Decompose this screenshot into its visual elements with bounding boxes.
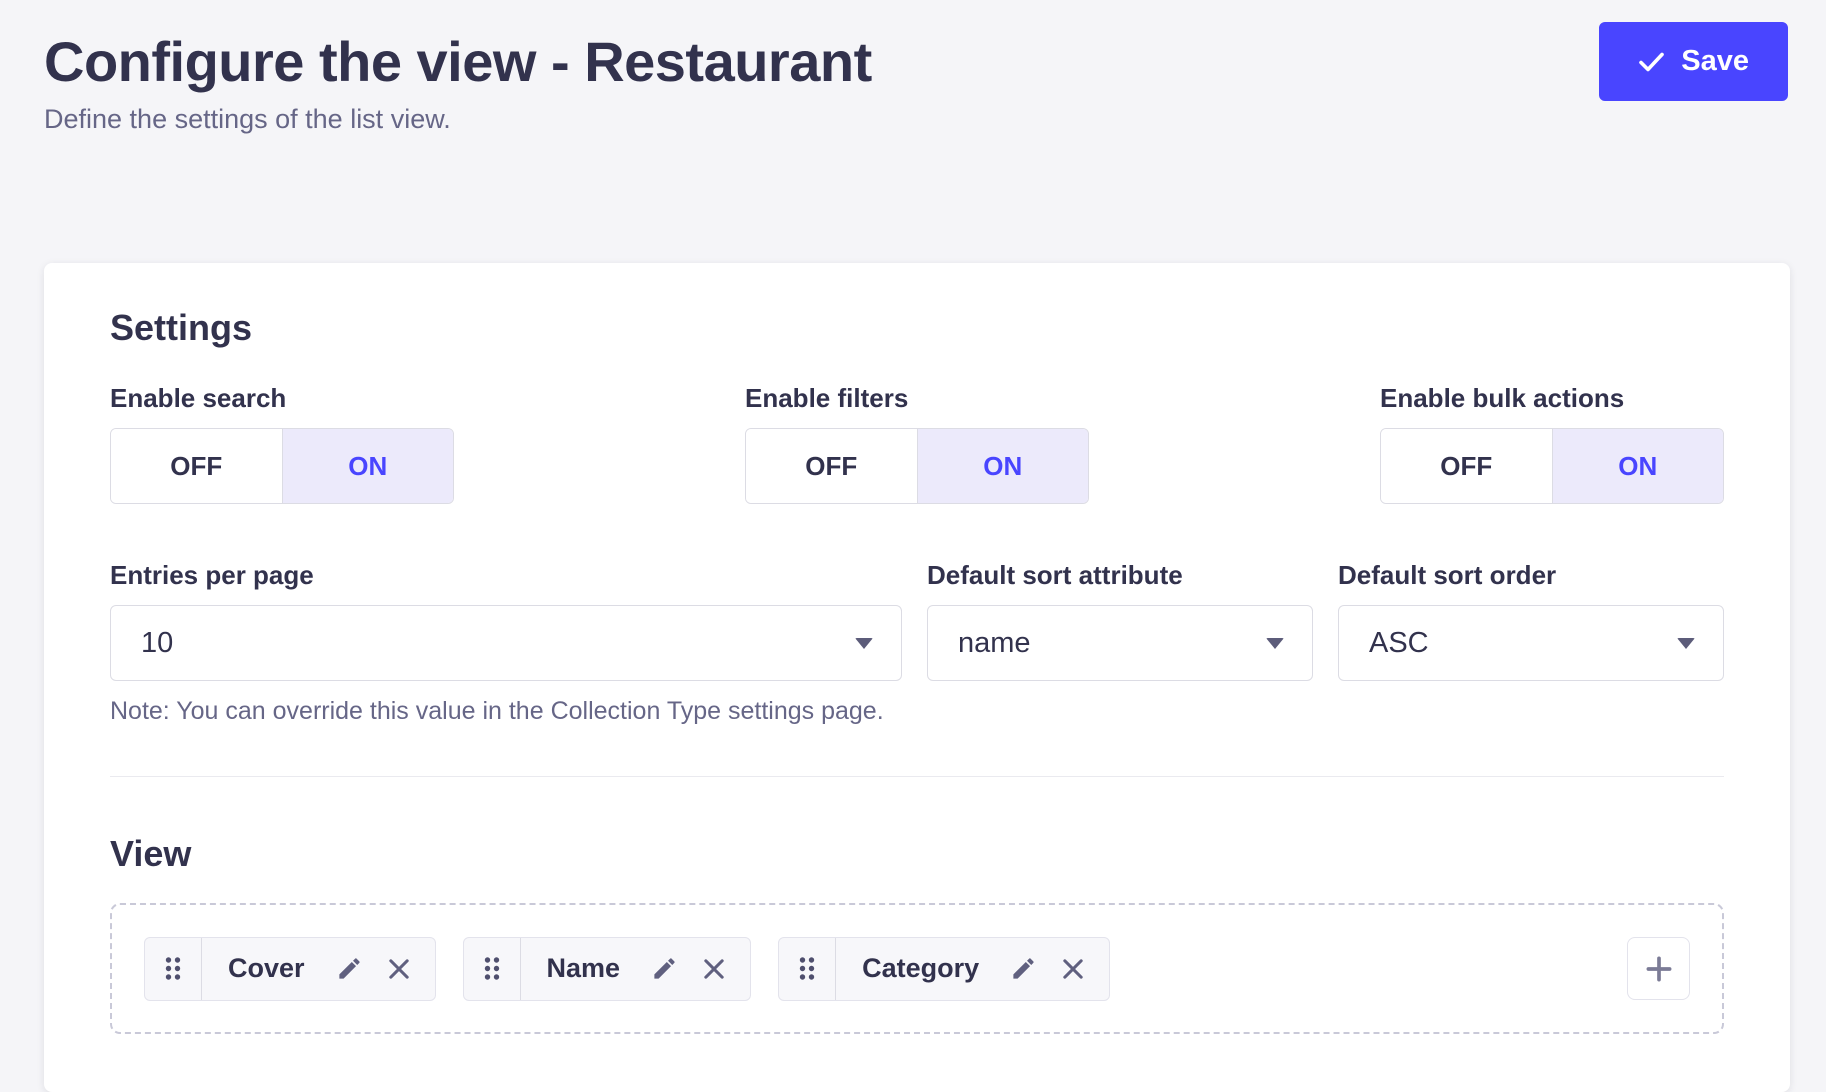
toggle-off-option[interactable]: OFF: [111, 429, 282, 503]
default-sort-order-field: Default sort order ASC: [1338, 560, 1724, 726]
edit-field-button[interactable]: [640, 938, 689, 1000]
toggle-on-option[interactable]: ON: [282, 429, 454, 503]
enable-search-field: Enable search OFF ON: [110, 383, 454, 504]
entries-per-page-value: 10: [141, 627, 173, 660]
enable-bulk-actions-toggle[interactable]: OFF ON: [1380, 428, 1724, 504]
drag-handle-icon[interactable]: [779, 938, 836, 1000]
edit-field-button[interactable]: [325, 938, 374, 1000]
toggles-row: Enable search OFF ON Enable filters OFF …: [110, 383, 1724, 504]
entries-per-page-select[interactable]: 10: [110, 605, 902, 681]
cross-icon: [385, 955, 413, 983]
field-chip-category[interactable]: Category: [778, 937, 1110, 1001]
caret-down-icon: [1266, 638, 1284, 649]
enable-filters-field: Enable filters OFF ON: [745, 383, 1089, 504]
selects-row: Entries per page 10 Note: You can overri…: [110, 560, 1724, 726]
field-chip-cover[interactable]: Cover: [144, 937, 436, 1001]
caret-down-icon: [855, 638, 873, 649]
entries-per-page-label: Entries per page: [110, 560, 902, 591]
pencil-icon: [651, 955, 678, 982]
field-chip-name[interactable]: Name: [463, 937, 752, 1001]
enable-search-toggle[interactable]: OFF ON: [110, 428, 454, 504]
plus-icon: [1642, 952, 1676, 986]
toggle-off-option[interactable]: OFF: [746, 429, 917, 503]
remove-field-button[interactable]: [1048, 938, 1109, 1000]
field-chip-label: Cover: [202, 953, 325, 984]
page-header: Configure the view - Restaurant Define t…: [0, 0, 1826, 135]
entries-per-page-field: Entries per page 10 Note: You can overri…: [110, 560, 902, 726]
entries-per-page-hint: Note: You can override this value in the…: [110, 697, 902, 726]
default-sort-order-label: Default sort order: [1338, 560, 1724, 591]
enable-filters-toggle[interactable]: OFF ON: [745, 428, 1089, 504]
view-section-heading: View: [110, 833, 1724, 875]
save-button[interactable]: Save: [1599, 22, 1788, 101]
page-title: Configure the view - Restaurant: [44, 28, 1788, 96]
enable-bulk-actions-field: Enable bulk actions OFF ON: [1380, 383, 1724, 504]
default-sort-attribute-label: Default sort attribute: [927, 560, 1313, 591]
cross-icon: [700, 955, 728, 983]
enable-search-label: Enable search: [110, 383, 454, 414]
caret-down-icon: [1677, 638, 1695, 649]
save-button-label: Save: [1681, 45, 1749, 78]
section-divider: [110, 776, 1724, 777]
field-chip-label: Category: [836, 953, 999, 984]
pencil-icon: [1010, 955, 1037, 982]
default-sort-order-value: ASC: [1369, 627, 1429, 660]
view-fields-dropzone: Cover Name Category: [110, 903, 1724, 1034]
toggle-on-option[interactable]: ON: [917, 429, 1089, 503]
cross-icon: [1059, 955, 1087, 983]
drag-handle-icon[interactable]: [145, 938, 202, 1000]
pencil-icon: [336, 955, 363, 982]
enable-filters-label: Enable filters: [745, 383, 1089, 414]
default-sort-attribute-select[interactable]: name: [927, 605, 1313, 681]
drag-handle-icon[interactable]: [464, 938, 521, 1000]
check-icon: [1638, 51, 1665, 73]
remove-field-button[interactable]: [374, 938, 435, 1000]
page-subtitle: Define the settings of the list view.: [44, 104, 1788, 135]
default-sort-attribute-value: name: [958, 627, 1031, 660]
edit-field-button[interactable]: [999, 938, 1048, 1000]
settings-card: Settings Enable search OFF ON Enable fil…: [44, 263, 1790, 1092]
remove-field-button[interactable]: [689, 938, 750, 1000]
add-field-button[interactable]: [1627, 937, 1690, 1000]
toggle-off-option[interactable]: OFF: [1381, 429, 1552, 503]
settings-section-heading: Settings: [110, 307, 1724, 349]
toggle-on-option[interactable]: ON: [1552, 429, 1724, 503]
default-sort-order-select[interactable]: ASC: [1338, 605, 1724, 681]
field-chip-label: Name: [521, 953, 641, 984]
default-sort-attribute-field: Default sort attribute name: [927, 560, 1313, 726]
enable-bulk-actions-label: Enable bulk actions: [1380, 383, 1724, 414]
